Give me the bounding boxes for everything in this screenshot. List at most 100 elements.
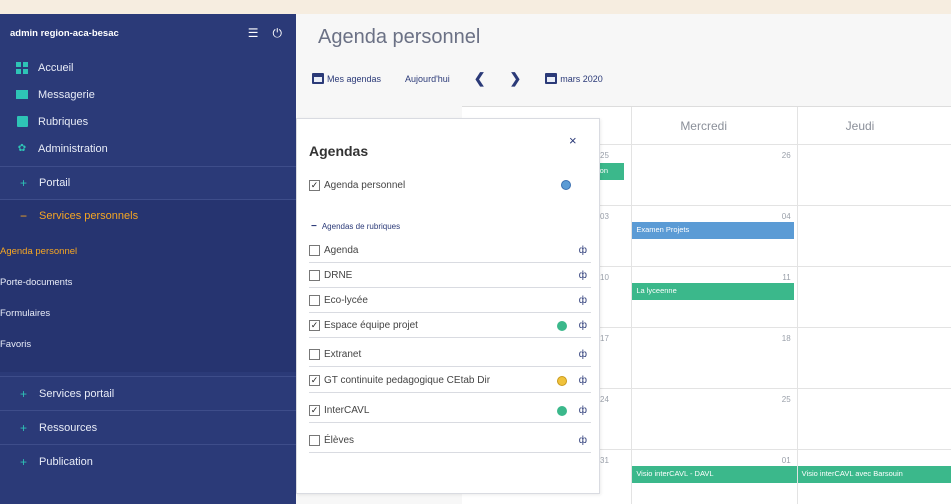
day-header-jeudi: Jeudi (796, 107, 951, 144)
calendar-day-cell[interactable]: 04 Examen Projets (631, 206, 796, 266)
section-services-portail[interactable]: + Services portail (0, 376, 296, 410)
power-icon[interactable]: ⏻ (273, 26, 283, 41)
share-icon[interactable]: ф (579, 295, 587, 306)
settings-sliders-icon[interactable]: ☰ (248, 26, 259, 40)
calendar-icon (545, 73, 558, 84)
share-icon[interactable]: ф (579, 375, 587, 386)
sidebar-item-formulaires[interactable]: Formulaires (0, 298, 296, 329)
share-icon[interactable]: ф (579, 435, 587, 446)
sidebar-item-label: Administration (38, 142, 108, 155)
sidebar-item-agenda-personnel[interactable]: Agenda personnel (0, 236, 296, 267)
sidebar-item-porte-documents[interactable]: Porte-documents (0, 267, 296, 298)
calendar-day-cell[interactable]: 2 (796, 389, 951, 449)
sidebar-bottom-sections: + Services portail + Ressources + Public… (0, 376, 296, 478)
day-number: 17 (600, 334, 609, 343)
day-number: 11 (782, 273, 791, 282)
color-dot-icon[interactable] (557, 375, 567, 386)
agenda-item[interactable]: Eco-lycée ф (309, 289, 591, 313)
share-icon[interactable]: ф (579, 245, 587, 256)
calendar-day-cell[interactable]: 25 (631, 389, 796, 449)
agenda-item[interactable]: DRNE ф (309, 264, 591, 288)
agenda-item-personnel[interactable]: ✓ Agenda personnel (309, 173, 591, 197)
checkbox[interactable]: ✓ (309, 179, 320, 191)
day-number: 31 (600, 456, 609, 465)
rubriques-group-header[interactable]: − Agendas de rubriques (311, 221, 400, 232)
next-icon[interactable]: ❯ (510, 70, 522, 87)
agenda-item[interactable]: Extranet ф (309, 343, 591, 367)
color-dot-icon[interactable] (557, 405, 567, 416)
sidebar-item-label: Messagerie (38, 88, 95, 101)
sidebar: admin region-aca-besac ☰ ⏻ Accueil Messa… (0, 14, 296, 504)
section-portail[interactable]: + Portail (0, 166, 296, 199)
checkbox[interactable] (309, 295, 320, 306)
checkbox[interactable] (309, 245, 320, 256)
day-number: 01 (781, 456, 791, 465)
agenda-item[interactable]: ✓ Espace équipe projet ф (309, 314, 591, 338)
prev-icon[interactable]: ❮ (474, 70, 486, 87)
section-publication[interactable]: + Publication (0, 444, 296, 478)
panel-title: Agendas (309, 143, 369, 159)
agenda-item[interactable]: ✓ InterCAVL ф (309, 399, 591, 423)
color-dot-icon[interactable] (557, 320, 567, 331)
month-picker[interactable]: mars 2020 (545, 73, 603, 84)
checkbox[interactable]: ✓ (309, 320, 320, 331)
section-label: Services personnels (39, 210, 139, 222)
calendar-event[interactable]: Examen Projets (632, 222, 795, 239)
day-number: 04 (781, 212, 791, 221)
calendar-day-cell[interactable]: 0 (796, 206, 951, 266)
my-agendas-button[interactable]: Mes agendas (312, 73, 381, 84)
sidebar-item-administration[interactable]: ✿ Administration (0, 135, 296, 162)
checkbox[interactable] (309, 435, 320, 446)
sidebar-item-messagerie[interactable]: Messagerie (0, 81, 296, 108)
agenda-item[interactable]: Agenda ф (309, 239, 591, 263)
section-label: Publication (39, 455, 93, 468)
group-label: Agendas de rubriques (321, 222, 401, 231)
day-number: 24 (600, 395, 609, 404)
checkbox[interactable]: ✓ (309, 405, 320, 416)
my-agendas-label: Mes agendas (327, 73, 382, 84)
agenda-label: Élèves (324, 435, 355, 446)
calendar-day-cell[interactable]: 26 (631, 145, 796, 205)
collapse-icon: − (311, 221, 317, 232)
section-services-personnels[interactable]: − Services personnels (0, 199, 296, 232)
checkbox[interactable] (309, 270, 320, 281)
calendar-day-cell[interactable]: 11 La lyceenne (631, 267, 796, 327)
share-icon[interactable]: ф (579, 405, 587, 416)
calendar-day-cell[interactable]: 0 Visio interCAVL avec Barsouin (796, 450, 951, 504)
calendar-event[interactable]: La lyceenne (632, 283, 795, 300)
main-content: Agenda personnel Mes agendas Aujourd'hui… (296, 14, 951, 504)
sidebar-item-label: Rubriques (38, 115, 89, 128)
sidebar-item-favoris[interactable]: Favoris (0, 329, 296, 360)
agenda-item[interactable]: Élèves ф (309, 429, 591, 453)
calendar-event[interactable]: Visio interCAVL - DAVL (632, 466, 799, 483)
calendar-day-cell[interactable]: 1 (796, 328, 951, 388)
plus-icon: + (20, 176, 28, 190)
home-grid-icon (16, 61, 28, 74)
today-button[interactable]: Aujourd'hui (405, 74, 450, 84)
calendar-event[interactable]: Visio interCAVL avec Barsouin (797, 466, 951, 483)
color-dot-icon[interactable] (561, 180, 571, 190)
share-icon[interactable]: ф (579, 349, 587, 360)
agenda-item[interactable]: ✓ GT continuite pedagogique CEtab Dir ф (309, 369, 591, 393)
section-ressources[interactable]: + Ressources (0, 410, 296, 444)
checkbox[interactable]: ✓ (309, 375, 320, 386)
month-label: mars 2020 (560, 73, 603, 84)
agendas-panel: Agendas × ✓ Agenda personnel − Agendas d… (296, 118, 600, 494)
sidebar-item-accueil[interactable]: Accueil (0, 54, 296, 81)
calendar-day-cell[interactable]: 01 Visio interCAVL - DAVL (631, 450, 799, 504)
services-personnels-submenu: Agenda personnel Porte-documents Formula… (0, 232, 296, 372)
checkbox[interactable] (309, 349, 320, 360)
calendar-day-cell[interactable]: 18 (631, 328, 796, 388)
user-name[interactable]: admin region-aca-besac (10, 28, 119, 39)
calendar-day-cell[interactable]: 2 (796, 145, 951, 205)
close-icon[interactable]: × (569, 133, 577, 148)
sidebar-item-rubriques[interactable]: Rubriques (0, 108, 296, 135)
calendar-day-cell[interactable]: 1 (796, 267, 951, 327)
agenda-label: InterCAVL (324, 405, 370, 416)
app-frame: admin region-aca-besac ☰ ⏻ Accueil Messa… (0, 14, 951, 504)
day-number: 03 (600, 212, 609, 221)
agenda-label: Eco-lycée (324, 295, 368, 306)
share-icon[interactable]: ф (579, 270, 587, 281)
agenda-label: Extranet (324, 349, 362, 360)
share-icon[interactable]: ф (579, 320, 587, 331)
